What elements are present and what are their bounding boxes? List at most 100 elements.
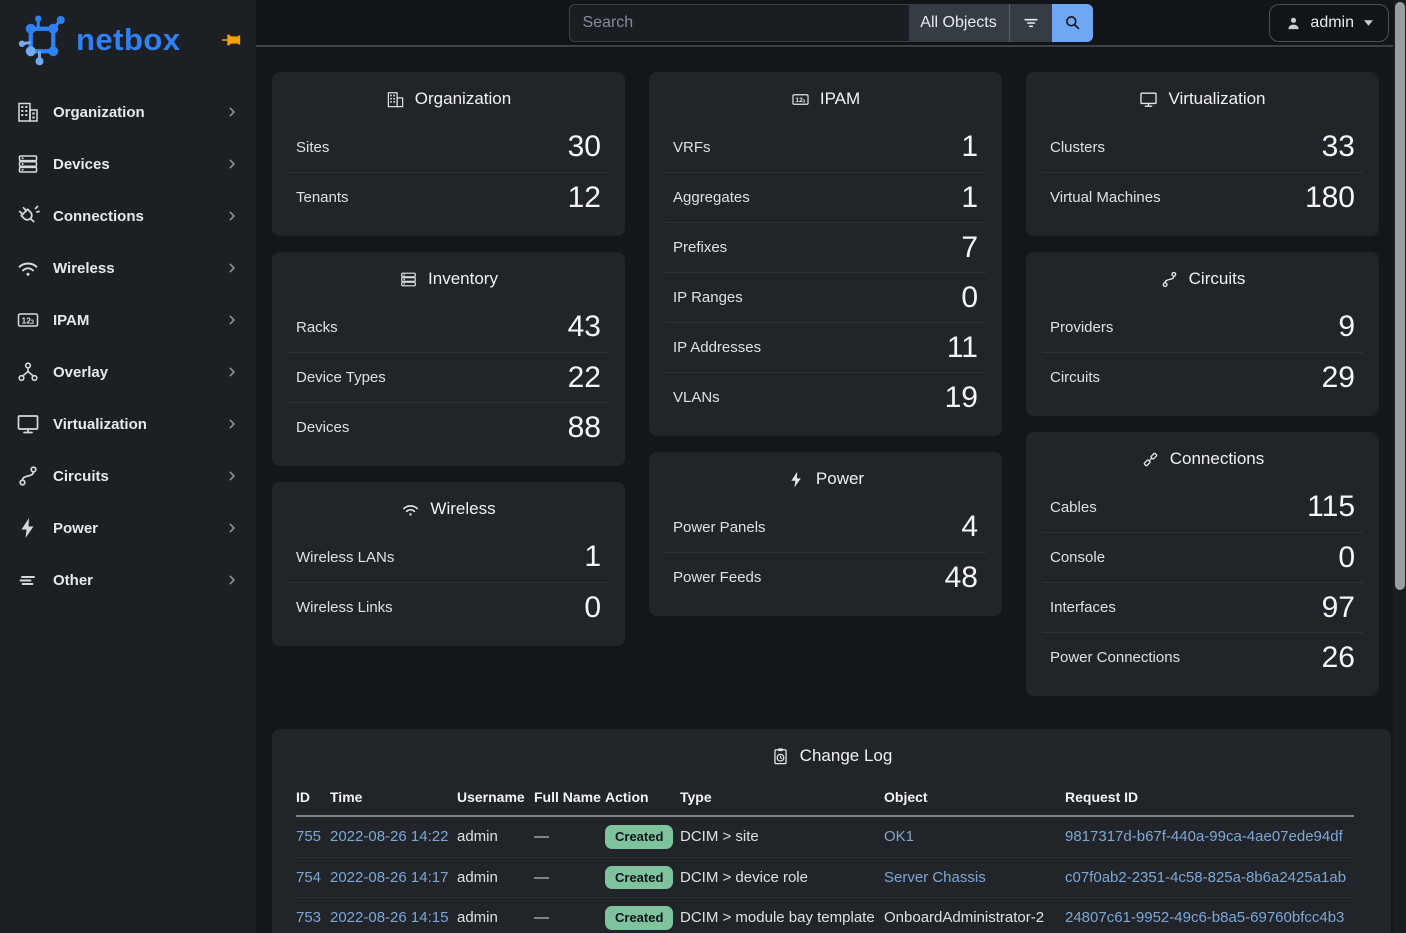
netbox-logo[interactable]: netbox — [0, 0, 256, 78]
action-badge: Created — [605, 866, 673, 890]
sidebar-item-label: Devices — [53, 156, 110, 173]
stat-label: Interfaces — [1050, 599, 1116, 616]
stat-row-wireless-lans[interactable]: Wireless LANs 1 — [288, 532, 609, 582]
column-header-username: Username — [457, 783, 534, 816]
card-title: Organization — [272, 72, 625, 122]
stat-value: 180 — [1305, 183, 1355, 213]
server-stack-icon — [16, 152, 40, 176]
card-body: Cables 115 Console 0 Interfaces 97 Pow — [1026, 482, 1379, 696]
user-menu-button[interactable]: admin — [1269, 4, 1389, 42]
sidebar-item-label: Circuits — [53, 468, 109, 485]
stat-value: 0 — [961, 283, 978, 313]
sidebar-item-virtualization[interactable]: Virtualization — [0, 398, 256, 450]
chevron-right-icon — [224, 520, 240, 536]
dashboard-content: Organization Sites 30 Tenants 12 — [256, 47, 1406, 933]
request-id-link[interactable]: c07f0ab2-2351-4c58-825a-8b6a2425a1ab — [1065, 869, 1346, 886]
pushpin-icon[interactable] — [220, 29, 242, 51]
stat-row-tenants[interactable]: Tenants 12 — [288, 172, 609, 222]
stat-row-interfaces[interactable]: Interfaces 97 — [1042, 582, 1363, 632]
username-text: admin — [457, 909, 498, 926]
sidebar-item-connections[interactable]: Connections — [0, 190, 256, 242]
sidebar-item-overlay[interactable]: Overlay — [0, 346, 256, 398]
request-id-link[interactable]: 9817317d-b67f-440a-99ca-4ae07ede94df — [1065, 828, 1343, 845]
filter-button[interactable] — [1009, 4, 1052, 42]
stat-value: 4 — [961, 512, 978, 542]
chevron-right-icon — [224, 104, 240, 120]
column-header-action: Action — [605, 783, 680, 816]
sidebar-item-power[interactable]: Power — [0, 502, 256, 554]
stat-row-virtual-machines[interactable]: Virtual Machines 180 — [1042, 172, 1363, 222]
card-title: Wireless — [272, 482, 625, 532]
transit-connection-icon — [1160, 270, 1179, 289]
change-id-link[interactable]: 754 — [296, 869, 321, 886]
object-link[interactable]: Server Chassis — [884, 869, 986, 886]
stat-row-power-panels[interactable]: Power Panels 4 — [665, 502, 986, 552]
stat-value: 7 — [961, 233, 978, 263]
stat-label: Wireless Links — [296, 599, 393, 616]
sidebar-nav: Organization Devices — [0, 78, 256, 614]
magnifier-icon — [1063, 13, 1082, 32]
card-title-text: Inventory — [428, 269, 498, 289]
change-id-link[interactable]: 753 — [296, 909, 321, 926]
stat-row-devices[interactable]: Devices 88 — [288, 402, 609, 452]
lightning-bolt-icon — [787, 470, 806, 489]
stat-row-cables[interactable]: Cables 115 — [1042, 482, 1363, 532]
change-time-link[interactable]: 2022-08-26 14:17 — [330, 869, 448, 886]
card-title-text: Circuits — [1189, 269, 1246, 289]
stat-row-power-connections[interactable]: Power Connections 26 — [1042, 632, 1363, 682]
stat-row-circuits[interactable]: Circuits 29 — [1042, 352, 1363, 402]
stat-row-sites[interactable]: Sites 30 — [288, 122, 609, 172]
sidebar-item-other[interactable]: Other — [0, 554, 256, 606]
action-badge: Created — [605, 825, 673, 849]
stat-label: IP Addresses — [673, 339, 761, 356]
search-scope-button[interactable]: All Objects — [909, 4, 1009, 42]
stat-value: 29 — [1322, 363, 1355, 393]
card-body: Wireless LANs 1 Wireless Links 0 — [272, 532, 625, 646]
stat-row-power-feeds[interactable]: Power Feeds 48 — [665, 552, 986, 602]
change-id-link[interactable]: 755 — [296, 828, 321, 845]
card-title: Power — [649, 452, 1002, 502]
stat-label: Wireless LANs — [296, 549, 394, 566]
netbox-logo-icon — [12, 10, 72, 70]
sidebar-item-devices[interactable]: Devices — [0, 138, 256, 190]
sidebar-item-label: IPAM — [53, 312, 89, 329]
search-submit-button[interactable] — [1052, 4, 1093, 42]
monitor-icon — [1139, 90, 1158, 109]
stat-row-vlans[interactable]: VLANs 19 — [665, 372, 986, 422]
sidebar-item-wireless[interactable]: Wireless — [0, 242, 256, 294]
sidebar-item-label: Wireless — [53, 260, 115, 277]
stat-label: Sites — [296, 139, 329, 156]
stat-row-prefixes[interactable]: Prefixes 7 — [665, 222, 986, 272]
stat-label: Providers — [1050, 319, 1113, 336]
stat-label: IP Ranges — [673, 289, 743, 306]
stat-row-providers[interactable]: Providers 9 — [1042, 302, 1363, 352]
stat-row-wireless-links[interactable]: Wireless Links 0 — [288, 582, 609, 632]
scrollbar-thumb[interactable] — [1395, 2, 1405, 590]
stat-row-clusters[interactable]: Clusters 33 — [1042, 122, 1363, 172]
sidebar-item-ipam[interactable]: 12 3 IPAM — [0, 294, 256, 346]
stat-row-racks[interactable]: Racks 43 — [288, 302, 609, 352]
stat-value: 1 — [961, 183, 978, 213]
grid-column-2: 12 3 IPAM VRFs 1 Aggregates 1 — [649, 72, 1002, 696]
stat-row-device-types[interactable]: Device Types 22 — [288, 352, 609, 402]
stat-label: Power Connections — [1050, 649, 1180, 666]
sidebar-item-organization[interactable]: Organization — [0, 86, 256, 138]
stat-row-console[interactable]: Console 0 — [1042, 532, 1363, 582]
column-header-full-name: Full Name — [534, 783, 605, 816]
object-link[interactable]: OK1 — [884, 828, 914, 845]
stat-row-ip-ranges[interactable]: IP Ranges 0 — [665, 272, 986, 322]
card-title: Connections — [1026, 432, 1379, 482]
change-time-link[interactable]: 2022-08-26 14:22 — [330, 828, 448, 845]
column-header-time: Time — [330, 783, 457, 816]
search-input[interactable] — [569, 4, 909, 42]
stat-row-aggregates[interactable]: Aggregates 1 — [665, 172, 986, 222]
card-title-text: Organization — [415, 89, 511, 109]
stat-row-vrfs[interactable]: VRFs 1 — [665, 122, 986, 172]
stat-label: VLANs — [673, 389, 720, 406]
change-time-link[interactable]: 2022-08-26 14:15 — [330, 909, 448, 926]
type-text: DCIM > site — [680, 828, 759, 845]
request-id-link[interactable]: 24807c61-9952-49c6-b8a5-69760bfcc4b3 — [1065, 909, 1344, 926]
card-title: Inventory — [272, 252, 625, 302]
sidebar-item-circuits[interactable]: Circuits — [0, 450, 256, 502]
stat-row-ip-addresses[interactable]: IP Addresses 11 — [665, 322, 986, 372]
